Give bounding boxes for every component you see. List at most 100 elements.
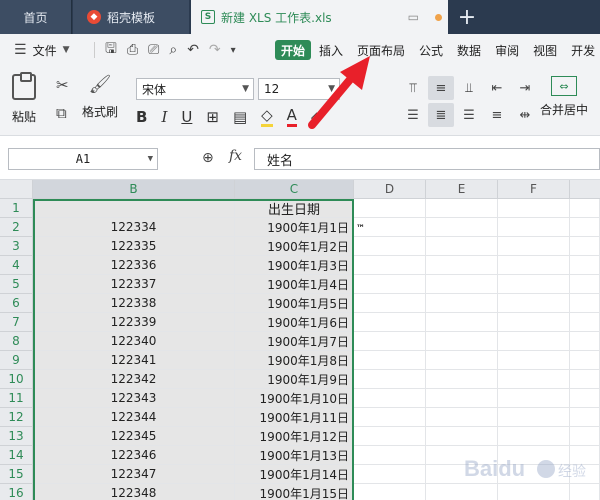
cell-b[interactable]: 122337: [33, 275, 235, 294]
column-header-f[interactable]: F: [498, 180, 570, 199]
cell-empty[interactable]: [354, 237, 426, 256]
cell-empty[interactable]: [354, 408, 426, 427]
align-top-icon[interactable]: ⫪: [400, 76, 426, 100]
file-menu-button[interactable]: ☰ 文件 ▼: [14, 42, 70, 59]
cell-b[interactable]: 122346: [33, 446, 235, 465]
row-header[interactable]: 1: [0, 199, 33, 218]
cell-c[interactable]: 1900年1月13日: [235, 446, 354, 465]
menu-tab-formulas[interactable]: 公式: [419, 42, 443, 59]
font-size-select[interactable]: 12 ▼: [258, 78, 340, 100]
font-name-select[interactable]: 宋体 ▼: [136, 78, 254, 100]
cell-b[interactable]: 122347: [33, 465, 235, 484]
more-chevron-icon[interactable]: ▾: [231, 45, 236, 56]
row-header[interactable]: 5: [0, 275, 33, 294]
cell-empty[interactable]: [354, 389, 426, 408]
underline-icon[interactable]: U: [181, 108, 192, 126]
cell-empty[interactable]: [498, 351, 570, 370]
cell-empty[interactable]: [570, 199, 600, 218]
cell-c[interactable]: 1900年1月15日: [235, 484, 354, 500]
cell-empty[interactable]: [426, 294, 498, 313]
distributed-icon[interactable]: ⇹: [512, 103, 538, 127]
cell-empty[interactable]: [498, 313, 570, 332]
cell-empty[interactable]: [354, 484, 426, 500]
formula-input[interactable]: 姓名: [254, 148, 600, 170]
cell-empty[interactable]: [426, 370, 498, 389]
fill-color-icon[interactable]: ◇: [261, 106, 273, 127]
export-pdf-icon[interactable]: ⎙: [127, 42, 138, 58]
cell-c[interactable]: 1900年1月4日: [235, 275, 354, 294]
cell-b[interactable]: 122348: [33, 484, 235, 500]
cell-b[interactable]: 122342: [33, 370, 235, 389]
cell-c[interactable]: 1900年1月5日: [235, 294, 354, 313]
indent-increase-icon[interactable]: ⇥: [512, 76, 538, 100]
cell-b[interactable]: 122339: [33, 313, 235, 332]
tab-home[interactable]: 首页: [0, 0, 72, 34]
cell-empty[interactable]: [498, 256, 570, 275]
save-icon[interactable]: 🖫: [105, 38, 117, 62]
cell-empty[interactable]: [354, 465, 426, 484]
row-header[interactable]: 15: [0, 465, 33, 484]
cell-empty[interactable]: [498, 370, 570, 389]
zoom-search-icon[interactable]: ⊕: [202, 150, 214, 166]
indent-decrease-icon[interactable]: ⇤: [484, 76, 510, 100]
row-header[interactable]: 12: [0, 408, 33, 427]
clear-format-icon[interactable]: ◈: [311, 108, 323, 126]
cell-empty[interactable]: [570, 313, 600, 332]
redo-icon[interactable]: ↷: [209, 42, 221, 58]
cell-b[interactable]: 122338: [33, 294, 235, 313]
italic-icon[interactable]: I: [161, 108, 167, 126]
cell-c[interactable]: 1900年1月12日: [235, 427, 354, 446]
row-header[interactable]: 8: [0, 332, 33, 351]
cell-b[interactable]: 122340: [33, 332, 235, 351]
cell-c[interactable]: 1900年1月11日: [235, 408, 354, 427]
monitor-icon[interactable]: ▭: [408, 10, 419, 24]
cell-b[interactable]: 122343: [33, 389, 235, 408]
cell-empty[interactable]: [570, 389, 600, 408]
cell-empty[interactable]: [426, 199, 498, 218]
cell-empty[interactable]: [498, 389, 570, 408]
cell-empty[interactable]: [570, 275, 600, 294]
menu-tab-data[interactable]: 数据: [457, 42, 481, 59]
cell-c[interactable]: 1900年1月8日: [235, 351, 354, 370]
print-preview-icon[interactable]: ⌕: [169, 42, 177, 58]
cell-empty[interactable]: [570, 256, 600, 275]
merge-center-button[interactable]: ⇔ 合并居中: [540, 76, 588, 118]
row-header[interactable]: 3: [0, 237, 33, 256]
cell-empty[interactable]: [570, 332, 600, 351]
cell-c[interactable]: 1900年1月3日: [235, 256, 354, 275]
cell-empty[interactable]: [354, 199, 426, 218]
cell-empty[interactable]: [570, 294, 600, 313]
cell-empty[interactable]: [426, 256, 498, 275]
name-box[interactable]: A1 ▼: [8, 148, 158, 170]
conditional-format-icon[interactable]: ▤: [233, 108, 247, 126]
cell-c[interactable]: 1900年1月7日: [235, 332, 354, 351]
cell-empty[interactable]: [426, 313, 498, 332]
format-painter-button[interactable]: 🖌 格式刷: [82, 74, 118, 120]
row-header[interactable]: 10: [0, 370, 33, 389]
cell-empty[interactable]: [354, 332, 426, 351]
align-left-icon[interactable]: ☰: [400, 103, 426, 127]
cell-empty[interactable]: [354, 351, 426, 370]
cell-c[interactable]: 1900年1月1日: [235, 218, 354, 237]
row-header[interactable]: 11: [0, 389, 33, 408]
tab-daoke-templates[interactable]: ◆ 稻壳模板: [73, 0, 189, 34]
align-right-icon[interactable]: ☰: [456, 103, 482, 127]
cell-empty[interactable]: [570, 237, 600, 256]
menu-tab-start[interactable]: 开始: [275, 40, 311, 60]
menu-tab-page-layout[interactable]: 页面布局: [357, 42, 405, 59]
cell-empty[interactable]: [426, 332, 498, 351]
cell-empty[interactable]: [498, 275, 570, 294]
cell-empty[interactable]: [570, 351, 600, 370]
row-header[interactable]: 14: [0, 446, 33, 465]
row-header[interactable]: 9: [0, 351, 33, 370]
cut-icon[interactable]: ✂: [56, 76, 69, 94]
copy-icon[interactable]: ⧉: [56, 104, 67, 122]
print-icon[interactable]: ⎚: [148, 42, 159, 58]
align-center-icon[interactable]: ≣: [428, 103, 454, 127]
cell-empty[interactable]: [354, 427, 426, 446]
cell-empty[interactable]: [498, 218, 570, 237]
cell-empty[interactable]: [426, 408, 498, 427]
cell-empty[interactable]: [570, 427, 600, 446]
cell-c[interactable]: 1900年1月10日: [235, 389, 354, 408]
cell-empty[interactable]: [354, 370, 426, 389]
